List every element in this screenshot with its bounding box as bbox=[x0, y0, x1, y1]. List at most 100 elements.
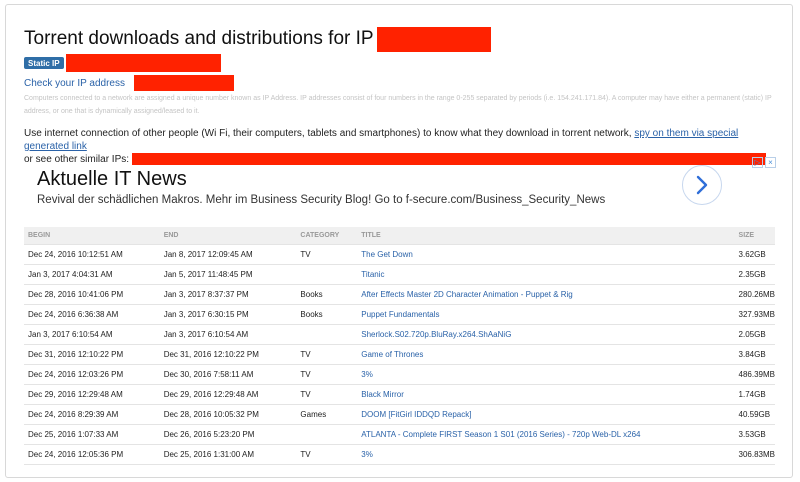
cell-category: TV bbox=[296, 364, 358, 385]
cell-title[interactable]: Titanic bbox=[357, 264, 735, 285]
torrent-title-link[interactable]: DOOM [FitGirl IDDQD Repack] bbox=[361, 410, 471, 419]
cell-size: 486.39MB bbox=[734, 364, 775, 385]
cell-category bbox=[296, 424, 358, 445]
torrent-title-link[interactable]: Titanic bbox=[361, 270, 384, 279]
header-begin: BEGIN bbox=[24, 227, 160, 245]
torrent-title-link[interactable]: Black Mirror bbox=[361, 390, 404, 399]
spy-info-text: Use internet connection of other people … bbox=[24, 128, 632, 139]
cell-size: 3.53GB bbox=[734, 424, 775, 445]
cell-size: 327.93MB bbox=[734, 304, 775, 325]
table-row: Dec 24, 2016 6:36:38 AM Jan 3, 2017 6:30:… bbox=[24, 304, 775, 325]
cell-begin: Jan 3, 2017 6:10:54 AM bbox=[24, 324, 160, 345]
cell-category: TV bbox=[296, 444, 358, 465]
static-ip-badge: Static IP bbox=[24, 57, 64, 69]
cell-title[interactable]: After Effects Master 2D Character Animat… bbox=[357, 284, 735, 305]
cell-begin: Dec 24, 2016 12:05:36 PM bbox=[24, 444, 160, 465]
cell-category bbox=[296, 324, 358, 345]
cell-size: 280.26MB bbox=[734, 284, 775, 305]
page-title: Torrent downloads and distributions for … bbox=[24, 28, 374, 49]
torrent-title-link[interactable]: 3% bbox=[361, 450, 373, 459]
torrent-title-link[interactable]: Puppet Fundamentals bbox=[361, 310, 439, 319]
cell-begin: Jan 3, 2017 4:04:31 AM bbox=[24, 264, 160, 285]
cell-category: Games bbox=[296, 404, 358, 425]
ad-banner[interactable]: Aktuelle IT News Revival der schädlichen… bbox=[24, 157, 776, 215]
cell-category: Books bbox=[296, 304, 358, 325]
cell-title[interactable]: Sherlock.S02.720p.BluRay.x264.ShAaNiG bbox=[357, 324, 735, 345]
cell-end: Jan 8, 2017 12:09:45 AM bbox=[159, 244, 297, 265]
cell-title[interactable]: 3% bbox=[357, 364, 735, 385]
cell-size: 2.05GB bbox=[734, 324, 775, 345]
cell-title[interactable]: Black Mirror bbox=[357, 384, 735, 405]
cell-category: TV bbox=[296, 384, 358, 405]
ip-row: Static IP bbox=[24, 54, 221, 72]
title-row: Torrent downloads and distributions for … bbox=[24, 25, 491, 53]
cell-end: Dec 28, 2016 10:05:32 PM bbox=[159, 404, 297, 425]
table-row: Jan 3, 2017 6:10:54 AM Jan 3, 2017 6:10:5… bbox=[24, 324, 775, 345]
redacted-ip-title bbox=[376, 26, 491, 52]
cell-begin: Dec 25, 2016 1:07:33 AM bbox=[24, 424, 160, 445]
cell-begin: Dec 24, 2016 6:36:38 AM bbox=[24, 304, 160, 325]
check-ip-row: Check your IP address bbox=[24, 75, 234, 91]
cell-end: Jan 5, 2017 11:48:45 PM bbox=[159, 264, 297, 285]
cell-category: TV bbox=[296, 344, 358, 365]
cell-title[interactable]: Puppet Fundamentals bbox=[357, 304, 735, 325]
torrent-title-link[interactable]: Sherlock.S02.720p.BluRay.x264.ShAaNiG bbox=[361, 330, 511, 339]
cell-begin: Dec 24, 2016 10:12:51 AM bbox=[24, 244, 160, 265]
torrent-title-link[interactable]: After Effects Master 2D Character Animat… bbox=[361, 290, 573, 299]
cell-title[interactable]: Game of Thrones bbox=[357, 344, 735, 365]
redacted-ip bbox=[65, 54, 221, 72]
cell-size: 2.35GB bbox=[734, 264, 775, 285]
cell-category bbox=[296, 264, 358, 285]
ad-choices-icon[interactable]: ▷ bbox=[752, 157, 763, 168]
cell-end: Dec 29, 2016 12:29:48 AM bbox=[159, 384, 297, 405]
close-icon[interactable]: × bbox=[765, 157, 776, 168]
cell-end: Jan 3, 2017 6:10:54 AM bbox=[159, 324, 297, 345]
header-size: SIZE bbox=[734, 227, 775, 245]
table-row: Dec 31, 2016 12:10:22 PM Dec 31, 2016 12:… bbox=[24, 344, 775, 365]
table-row: Dec 24, 2016 8:29:39 AM Dec 28, 2016 10:0… bbox=[24, 404, 775, 425]
ad-arrow-button[interactable] bbox=[682, 165, 722, 205]
cell-begin: Dec 31, 2016 12:10:22 PM bbox=[24, 344, 160, 365]
torrent-title-link[interactable]: 3% bbox=[361, 370, 373, 379]
header-end: END bbox=[159, 227, 297, 245]
table-row: Dec 24, 2016 12:05:36 PM Dec 25, 2016 1:3… bbox=[24, 444, 775, 465]
table-row: Dec 28, 2016 10:41:06 PM Jan 3, 2017 8:37… bbox=[24, 284, 775, 305]
content-panel: Torrent downloads and distributions for … bbox=[5, 4, 793, 478]
table-row: Dec 24, 2016 12:03:26 PM Dec 30, 2016 7:5… bbox=[24, 364, 775, 385]
chevron-right-icon bbox=[696, 175, 708, 195]
cell-end: Dec 31, 2016 12:10:22 PM bbox=[159, 344, 297, 365]
cell-title[interactable]: ATLANTA - Complete FIRST Season 1 S01 (2… bbox=[357, 424, 735, 445]
ip-explanation: Computers connected to a network are ass… bbox=[24, 95, 772, 115]
redacted-check-ip bbox=[133, 75, 234, 91]
ad-body[interactable]: Revival der schädlichen Makros. Mehr im … bbox=[37, 194, 605, 206]
cell-size: 306.83MB bbox=[734, 444, 775, 465]
cell-size: 3.62GB bbox=[734, 244, 775, 265]
torrent-title-link[interactable]: ATLANTA - Complete FIRST Season 1 S01 (2… bbox=[361, 430, 640, 439]
cell-size: 1.74GB bbox=[734, 384, 775, 405]
cell-begin: Dec 29, 2016 12:29:48 AM bbox=[24, 384, 160, 405]
cell-title[interactable]: The Get Down bbox=[357, 244, 735, 265]
check-ip-link[interactable]: Check your IP address bbox=[24, 78, 125, 89]
cell-end: Dec 30, 2016 7:58:11 AM bbox=[159, 364, 297, 385]
cell-end: Jan 3, 2017 6:30:15 PM bbox=[159, 304, 297, 325]
torrent-title-link[interactable]: Game of Thrones bbox=[361, 350, 423, 359]
cell-begin: Dec 28, 2016 10:41:06 PM bbox=[24, 284, 160, 305]
cell-end: Jan 3, 2017 8:37:37 PM bbox=[159, 284, 297, 305]
torrent-table: BEGIN END CATEGORY TITLE SIZE Dec 24, 20… bbox=[24, 227, 775, 465]
cell-size: 3.84GB bbox=[734, 344, 775, 365]
cell-title[interactable]: DOOM [FitGirl IDDQD Repack] bbox=[357, 404, 735, 425]
table-row: Dec 29, 2016 12:29:48 AM Dec 29, 2016 12:… bbox=[24, 384, 775, 405]
cell-begin: Dec 24, 2016 8:29:39 AM bbox=[24, 404, 160, 425]
cell-end: Dec 26, 2016 5:23:20 PM bbox=[159, 424, 297, 445]
torrent-title-link[interactable]: The Get Down bbox=[361, 250, 413, 259]
header-title: TITLE bbox=[357, 227, 735, 245]
cell-size: 40.59GB bbox=[734, 404, 775, 425]
header-category: CATEGORY bbox=[296, 227, 358, 245]
cell-category: TV bbox=[296, 244, 358, 265]
ad-choices[interactable]: ▷ × bbox=[752, 157, 776, 168]
table-row: Jan 3, 2017 4:04:31 AM Jan 5, 2017 11:48:… bbox=[24, 264, 775, 285]
cell-title[interactable]: 3% bbox=[357, 444, 735, 465]
table-row: Dec 24, 2016 10:12:51 AM Jan 8, 2017 12:0… bbox=[24, 244, 775, 265]
ad-headline[interactable]: Aktuelle IT News bbox=[37, 168, 187, 191]
cell-category: Books bbox=[296, 284, 358, 305]
